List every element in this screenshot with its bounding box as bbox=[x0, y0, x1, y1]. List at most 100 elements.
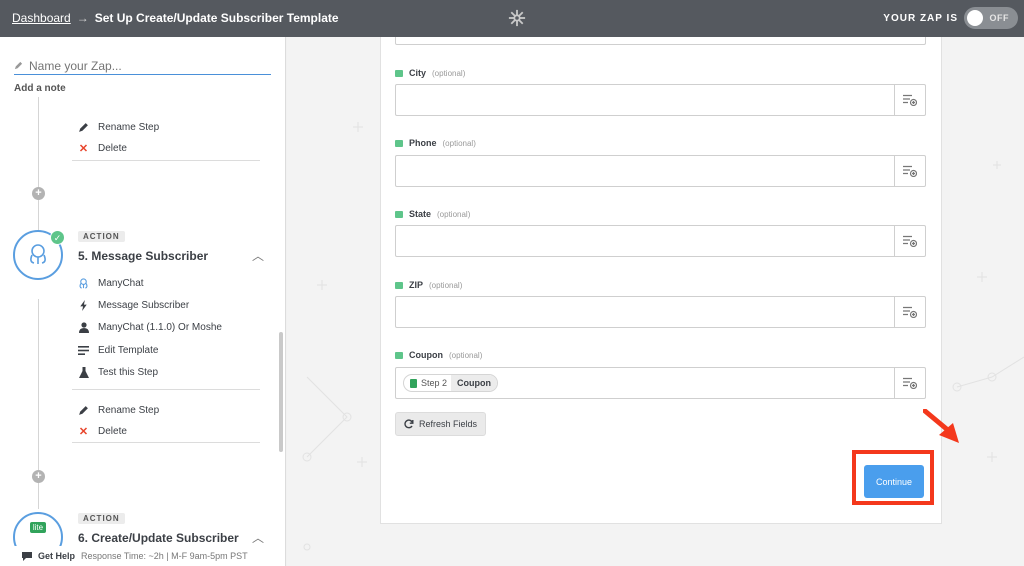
phone-field-label: Phone (optional) bbox=[395, 138, 476, 148]
divider bbox=[72, 160, 260, 161]
close-x-icon: ✕ bbox=[78, 426, 89, 438]
delete-step-label: Delete bbox=[98, 426, 127, 437]
chat-bubble-icon bbox=[22, 551, 32, 561]
main-content: City (optional) Phone (optional) State (… bbox=[287, 37, 1024, 566]
breadcrumb-arrow: → bbox=[76, 11, 89, 25]
optional-text: (optional) bbox=[432, 68, 466, 78]
state-input[interactable] bbox=[395, 225, 926, 257]
phone-label-text: Phone bbox=[409, 138, 437, 148]
zap-name-input[interactable] bbox=[29, 58, 259, 73]
insert-data-button[interactable] bbox=[894, 297, 925, 327]
zip-field-label: ZIP (optional) bbox=[395, 280, 462, 290]
pill-value-label: Coupon bbox=[451, 375, 498, 391]
state-label-text: State bbox=[409, 209, 432, 219]
manychat-icon bbox=[30, 244, 46, 264]
user-icon bbox=[78, 322, 89, 333]
rename-step-label: Rename Step bbox=[98, 405, 160, 416]
refresh-icon bbox=[404, 419, 414, 429]
get-help-bar[interactable]: Get Help Response Time: ~2h | M-F 9am-5p… bbox=[0, 546, 285, 566]
bolt-icon bbox=[78, 300, 89, 311]
mapped-field-pill[interactable]: Step 2 Coupon bbox=[403, 374, 499, 392]
insert-data-button[interactable] bbox=[894, 85, 925, 115]
flask-icon bbox=[78, 367, 89, 378]
add-step-button[interactable]: + bbox=[32, 470, 45, 483]
previous-field-input[interactable] bbox=[395, 37, 926, 45]
field-type-icon bbox=[395, 210, 403, 218]
step-5-title[interactable]: 5. Message Subscriber bbox=[78, 249, 208, 263]
sidebar: Add a note Rename Step ✕ Delete + ✓ ACTI… bbox=[0, 37, 286, 566]
pill-step: Step 2 bbox=[404, 378, 451, 388]
response-time-text: Response Time: ~2h | M-F 9am-5pm PST bbox=[81, 551, 248, 561]
delete-step-button[interactable]: ✕ Delete bbox=[78, 143, 127, 155]
field-type-icon bbox=[395, 351, 403, 359]
field-type-icon bbox=[395, 139, 403, 147]
add-step-button[interactable]: + bbox=[32, 187, 45, 200]
step-account-item[interactable]: ManyChat (1.1.0) Or Moshe bbox=[78, 322, 222, 333]
city-input[interactable] bbox=[395, 84, 926, 116]
coupon-input[interactable]: Step 2 Coupon bbox=[395, 367, 926, 399]
zip-label-text: ZIP bbox=[409, 280, 424, 290]
toggle-state: OFF bbox=[989, 13, 1009, 23]
test-step-label: Test this Step bbox=[98, 367, 159, 378]
red-arrow-icon bbox=[923, 409, 959, 443]
test-step-item[interactable]: Test this Step bbox=[78, 367, 158, 378]
step-app-item[interactable]: ManyChat bbox=[78, 278, 144, 289]
field-type-icon bbox=[395, 281, 403, 289]
zapier-logo-icon[interactable] bbox=[508, 9, 526, 27]
timeline-line bbox=[38, 97, 39, 232]
chevron-up-icon[interactable]: ︿ bbox=[252, 247, 264, 264]
state-field-label: State (optional) bbox=[395, 209, 470, 219]
coupon-label-text: Coupon bbox=[409, 350, 443, 360]
step-form-panel: City (optional) Phone (optional) State (… bbox=[380, 37, 959, 524]
dashboard-link[interactable]: Dashboard bbox=[12, 11, 71, 25]
optional-text: (optional) bbox=[442, 138, 476, 148]
delete-step-button[interactable]: ✕ Delete bbox=[78, 426, 127, 438]
edit-template-label: Edit Template bbox=[98, 345, 159, 356]
step-account-label: ManyChat (1.1.0) Or Moshe bbox=[98, 322, 222, 333]
step-action-label: Message Subscriber bbox=[98, 300, 190, 311]
phone-input[interactable] bbox=[395, 155, 926, 187]
pencil-icon bbox=[14, 61, 23, 70]
manychat-icon bbox=[78, 278, 89, 289]
continue-button[interactable]: Continue bbox=[864, 465, 924, 498]
city-label-text: City bbox=[409, 68, 427, 78]
refresh-fields-button[interactable]: Refresh Fields bbox=[395, 412, 487, 436]
toggle-knob bbox=[967, 10, 983, 26]
insert-data-button[interactable] bbox=[894, 156, 925, 186]
step-app-label: ManyChat bbox=[98, 278, 144, 289]
close-x-icon: ✕ bbox=[78, 143, 89, 155]
step-complete-check-icon: ✓ bbox=[50, 230, 65, 245]
rename-step-label: Rename Step bbox=[98, 122, 160, 133]
zap-name-field[interactable] bbox=[14, 57, 271, 75]
top-bar: Dashboard → Set Up Create/Update Subscri… bbox=[0, 0, 1024, 37]
coupon-field-label: Coupon (optional) bbox=[395, 350, 482, 360]
insert-field-icon bbox=[903, 235, 917, 247]
step-6-title[interactable]: 6. Create/Update Subscriber bbox=[78, 531, 239, 545]
optional-text: (optional) bbox=[429, 280, 463, 290]
divider bbox=[72, 389, 260, 390]
chevron-up-icon[interactable]: ︿ bbox=[252, 529, 264, 546]
add-note-link[interactable]: Add a note bbox=[14, 83, 66, 94]
insert-field-icon bbox=[903, 94, 917, 106]
step-action-item[interactable]: Message Subscriber bbox=[78, 300, 189, 311]
rename-step-button[interactable]: Rename Step bbox=[78, 122, 159, 133]
rename-step-button[interactable]: Rename Step bbox=[78, 405, 159, 416]
city-field-label: City (optional) bbox=[395, 68, 465, 78]
page-title: Set Up Create/Update Subscriber Template bbox=[94, 11, 339, 25]
pencil-icon bbox=[78, 122, 89, 133]
divider bbox=[72, 442, 260, 443]
edit-template-item[interactable]: Edit Template bbox=[78, 345, 158, 356]
zip-input[interactable] bbox=[395, 296, 926, 328]
refresh-fields-label: Refresh Fields bbox=[419, 419, 478, 429]
step-type-tag: ACTION bbox=[78, 231, 125, 242]
insert-data-button[interactable] bbox=[894, 368, 925, 398]
insert-field-icon bbox=[903, 165, 917, 177]
delete-step-label: Delete bbox=[98, 143, 127, 154]
zap-status-label: YOUR ZAP IS bbox=[883, 13, 958, 24]
lines-icon bbox=[78, 345, 89, 356]
zap-on-off-toggle[interactable]: OFF bbox=[964, 7, 1018, 29]
insert-data-button[interactable] bbox=[894, 226, 925, 256]
optional-text: (optional) bbox=[437, 209, 471, 219]
sidebar-scrollbar[interactable] bbox=[279, 332, 283, 452]
pill-step-label: Step 2 bbox=[421, 378, 448, 388]
